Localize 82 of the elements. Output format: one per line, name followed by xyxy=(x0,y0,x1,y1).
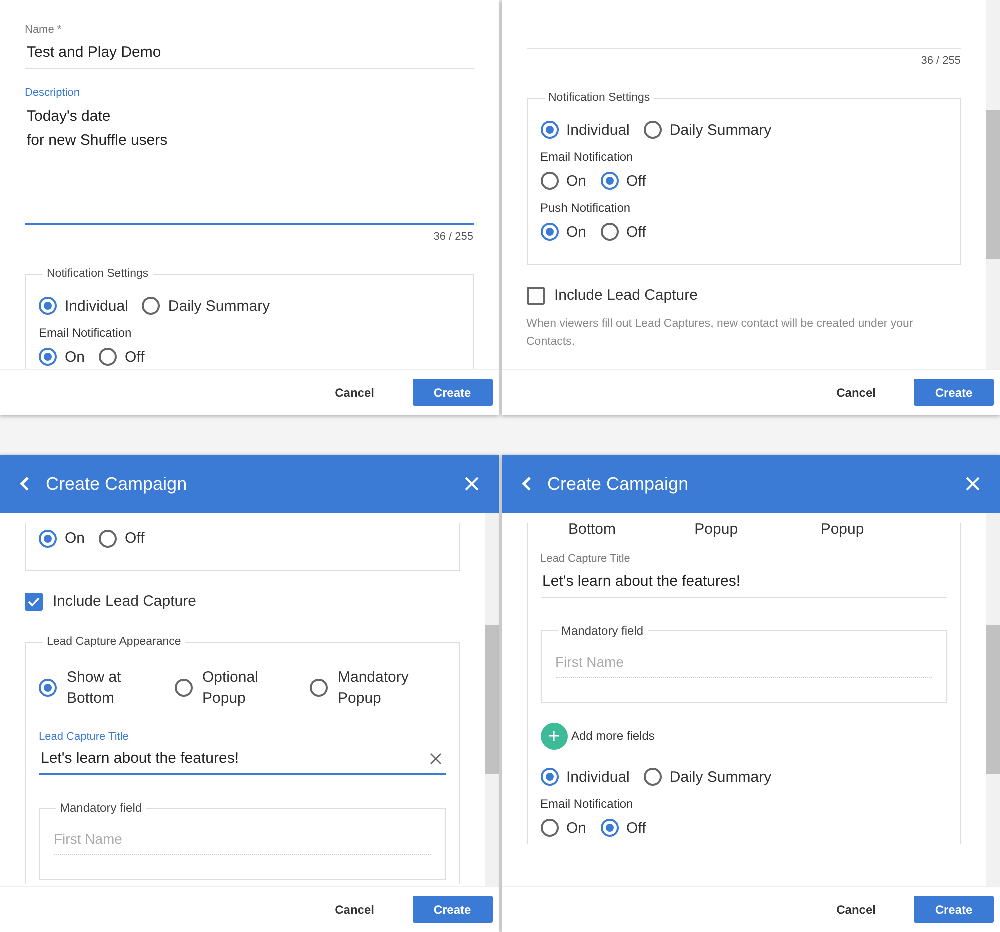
character-counter: 36 / 255 xyxy=(921,54,961,69)
radio-button[interactable] xyxy=(600,172,619,190)
radio-label: On xyxy=(566,172,587,192)
radio-button[interactable] xyxy=(540,819,558,837)
cancel-button[interactable]: Cancel xyxy=(327,380,382,406)
radio-label: Daily Summary xyxy=(670,120,772,141)
radio-label: On xyxy=(65,529,86,549)
field-label: Description xyxy=(25,86,82,100)
radio-label: Optional Popup xyxy=(202,668,260,709)
section-label: Email Notification xyxy=(540,148,634,166)
clear-icon[interactable] xyxy=(430,753,442,766)
radio-button[interactable] xyxy=(540,223,558,242)
radio-button[interactable] xyxy=(142,297,160,316)
radio-label: Off xyxy=(125,348,145,368)
create-button[interactable]: Create xyxy=(914,896,994,923)
close-icon[interactable] xyxy=(464,477,478,491)
radio-label: On xyxy=(566,818,587,838)
add-fields-link[interactable]: Add more fields xyxy=(572,727,655,745)
radio-button[interactable] xyxy=(600,223,619,242)
radio-label: Bottom xyxy=(568,521,618,539)
radio-button[interactable] xyxy=(644,768,662,786)
radio-label: Popup xyxy=(820,521,866,539)
field-label: Name * xyxy=(25,23,63,38)
checkbox[interactable] xyxy=(25,593,43,612)
section-label: Push Notification xyxy=(540,200,632,217)
radio-button[interactable] xyxy=(99,530,118,548)
cancel-button[interactable]: Cancel xyxy=(327,896,382,922)
scrollbar[interactable] xyxy=(484,513,498,886)
create-button[interactable]: Create xyxy=(412,379,492,406)
radio-button[interactable] xyxy=(600,819,619,837)
radio-label: Mandatory Popup xyxy=(338,668,410,709)
scrollbar[interactable] xyxy=(986,0,1000,369)
radio-button[interactable] xyxy=(39,678,57,697)
radio-label: Individual xyxy=(566,768,630,788)
cancel-button[interactable]: Cancel xyxy=(828,896,884,922)
group-title: Lead Capture Appearance xyxy=(46,634,182,650)
radio-button[interactable] xyxy=(174,678,192,697)
radio-label: Off xyxy=(626,172,646,192)
dialog-title: Create Campaign xyxy=(46,472,188,496)
radio-button[interactable] xyxy=(540,768,558,786)
radio-label: Individual xyxy=(566,120,630,141)
checkbox[interactable] xyxy=(526,287,544,305)
checkbox-label: Include Lead Capture xyxy=(554,286,698,306)
dialog-title: Create Campaign xyxy=(548,472,690,496)
radio-label: On xyxy=(65,348,86,368)
radio-label: Popup xyxy=(694,521,740,539)
create-button[interactable]: Create xyxy=(914,379,994,406)
radio-button[interactable] xyxy=(39,297,57,316)
radio-button[interactable] xyxy=(310,678,328,697)
radio-label: Off xyxy=(626,222,646,243)
radio-label: On xyxy=(566,222,587,243)
help-text: When viewers fill out Lead Captures, new contact will be created under your Contacts. xyxy=(526,317,914,350)
radio-button[interactable] xyxy=(644,121,662,140)
group-title: Mandatory field xyxy=(59,800,144,818)
radio-label: Individual xyxy=(65,296,128,317)
close-icon[interactable] xyxy=(966,477,980,491)
group-title: Notification Settings xyxy=(46,266,150,282)
field-label: Lead Capture Title xyxy=(39,730,130,745)
radio-button[interactable] xyxy=(99,348,118,366)
field-label: Lead Capture Title xyxy=(540,552,632,567)
radio-button[interactable] xyxy=(540,121,558,140)
section-label: Email Notification xyxy=(540,796,634,812)
cancel-button[interactable]: Cancel xyxy=(828,380,884,406)
radio-label: Off xyxy=(125,529,145,549)
checkbox-label: Include Lead Capture xyxy=(53,592,196,612)
radio-label: Off xyxy=(626,818,646,838)
section-label: Email Notification xyxy=(39,324,133,342)
back-icon[interactable] xyxy=(522,476,532,492)
group-title: Notification Settings xyxy=(548,90,652,106)
character-counter: 36 / 255 xyxy=(434,230,474,245)
add-icon[interactable] xyxy=(540,722,568,750)
radio-button[interactable] xyxy=(39,530,57,548)
group-title: Mandatory field xyxy=(560,622,645,640)
radio-button[interactable] xyxy=(540,172,558,190)
radio-label: Daily Summary xyxy=(670,768,772,788)
radio-label: Show at Bottom xyxy=(67,668,122,709)
back-icon[interactable] xyxy=(20,476,30,492)
radio-label: Daily Summary xyxy=(168,296,270,317)
create-button[interactable]: Create xyxy=(412,896,492,923)
radio-button[interactable] xyxy=(39,348,57,366)
scrollbar[interactable] xyxy=(986,513,1000,886)
text-field[interactable]: Let's learn about the features! xyxy=(39,745,446,776)
